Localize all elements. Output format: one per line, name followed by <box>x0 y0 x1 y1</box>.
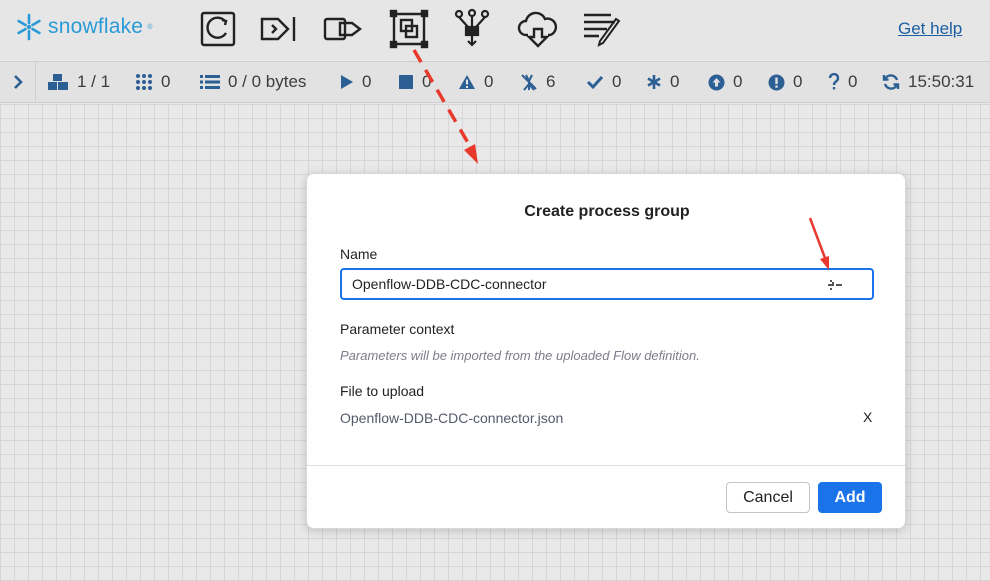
parameter-context-label: Parameter context <box>340 321 455 337</box>
funnel-icon <box>454 8 490 47</box>
status-up-to-date: 0 <box>586 62 621 102</box>
status-queued: 0 / 0 bytes <box>200 62 306 102</box>
name-input[interactable] <box>340 268 874 300</box>
label-pencil-icon <box>584 13 621 47</box>
input-port-icon <box>260 17 296 41</box>
status-transmitting: 1 / 1 <box>47 62 110 102</box>
upload-browse-icon[interactable] <box>828 278 842 292</box>
status-value: 0 <box>612 72 622 91</box>
status-sync-failure: 0 <box>828 62 857 102</box>
cancel-button[interactable]: Cancel <box>726 482 810 513</box>
input-port-button[interactable] <box>257 8 301 50</box>
exclamation-circle-icon <box>768 74 785 90</box>
template-download-button[interactable] <box>516 8 560 50</box>
parameter-context-hint: Parameters will be imported from the upl… <box>340 348 700 363</box>
list-icon <box>200 75 220 89</box>
brand-registered-mark: ® <box>147 23 153 31</box>
status-active-threads: 0 <box>135 62 170 102</box>
play-icon <box>341 75 353 89</box>
status-value: 0 <box>670 72 680 91</box>
uploaded-file-name: Openflow-DDB-CDC-connector.json <box>340 410 564 426</box>
processor-button[interactable] <box>196 8 240 50</box>
name-label: Name <box>340 246 378 262</box>
dialog-divider <box>307 465 905 466</box>
get-help-link[interactable]: Get help <box>898 19 962 39</box>
header-toolbar: snowflake ® Get help <box>0 0 990 60</box>
check-icon <box>586 75 604 90</box>
question-icon <box>828 73 840 90</box>
label-button[interactable] <box>580 8 624 50</box>
status-last-refreshed[interactable]: 15:50:31 <box>882 62 974 102</box>
status-value: 0 / 0 bytes <box>228 72 307 91</box>
status-value: 0 <box>422 72 432 91</box>
grid-dots-icon <box>136 74 152 90</box>
funnel-button[interactable] <box>450 8 494 50</box>
add-button[interactable]: Add <box>818 482 882 513</box>
disabled-icon <box>521 74 537 91</box>
status-value: 15:50:31 <box>908 72 975 91</box>
status-value: 0 <box>733 72 743 91</box>
processor-icon <box>200 11 236 47</box>
status-stopped: 0 <box>398 62 431 102</box>
cloud-download-icon <box>517 11 558 48</box>
asterisk-icon <box>647 75 661 89</box>
status-locally-modified: 0 <box>646 62 679 102</box>
status-value: 6 <box>546 72 556 91</box>
snowflake-logo: snowflake ® <box>14 12 152 42</box>
output-port-button[interactable] <box>322 8 366 50</box>
remove-file-button[interactable]: X <box>863 409 872 425</box>
arrow-up-circle-icon <box>708 74 725 90</box>
status-disabled: 6 <box>520 62 555 102</box>
stop-icon <box>399 75 413 89</box>
dialog-title: Create process group <box>524 203 690 220</box>
brand-name: snowflake <box>48 15 144 38</box>
expand-navigation-button[interactable] <box>0 62 36 102</box>
cubes-icon <box>48 74 68 90</box>
warning-icon <box>459 75 475 89</box>
status-invalid: 0 <box>458 62 493 102</box>
status-running: 0 <box>340 62 371 102</box>
refresh-icon <box>882 74 900 90</box>
snowflake-icon <box>17 13 41 41</box>
status-value: 0 <box>848 72 858 91</box>
status-locally-modified-stale: 0 <box>768 62 802 102</box>
status-bar: 1 / 1 0 0 / 0 bytes 0 0 0 6 0 0 0 0 0 15… <box>0 61 990 103</box>
chevron-right-icon <box>13 75 23 89</box>
output-port-icon <box>323 17 362 41</box>
process-group-button[interactable] <box>387 8 431 50</box>
status-value: 0 <box>484 72 494 91</box>
file-to-upload-label: File to upload <box>340 383 425 399</box>
status-value: 0 <box>161 72 171 91</box>
status-value: 0 <box>793 72 803 91</box>
status-stale: 0 <box>708 62 742 102</box>
process-group-icon <box>389 9 429 49</box>
status-value: 1 / 1 <box>77 72 111 91</box>
create-process-group-dialog: Create process group Name Parameter cont… <box>306 173 906 529</box>
status-value: 0 <box>362 72 372 91</box>
